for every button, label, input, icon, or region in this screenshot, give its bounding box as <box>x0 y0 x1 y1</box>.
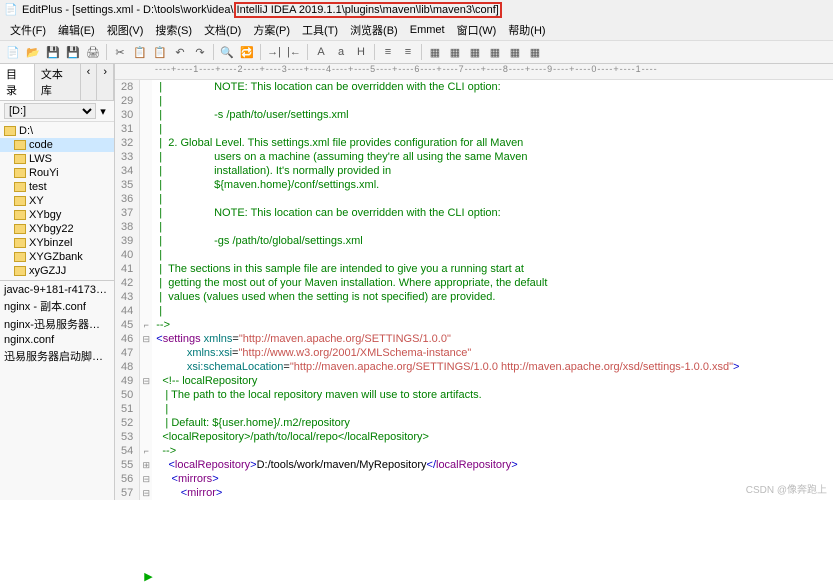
b6-button[interactable]: ▦ <box>526 43 544 61</box>
menu-item[interactable]: 窗口(W) <box>451 22 503 38</box>
folder-icon <box>14 224 26 234</box>
code-area[interactable]: 2829303132333435363738394041424344454647… <box>115 80 833 500</box>
g1-button[interactable]: ≡ <box>379 43 397 61</box>
menu-item[interactable]: 文件(F) <box>4 22 52 38</box>
tree-item[interactable]: D:\ <box>0 124 114 138</box>
a1-button[interactable]: A <box>312 43 330 61</box>
code-content[interactable]: | NOTE: This location can be overridden … <box>152 80 833 500</box>
tree-item[interactable]: XY <box>0 194 114 208</box>
undo-button[interactable]: ↶ <box>171 43 189 61</box>
sidebar: 目录 文本库 ‹ › [D:] ▾ D:\codeLWSRouYitestXYX… <box>0 64 115 500</box>
tree-item[interactable]: LWS <box>0 152 114 166</box>
drive-selector-row: [D:] ▾ <box>0 101 114 122</box>
sidebar-nav-left[interactable]: ‹ <box>81 64 98 100</box>
menu-item[interactable]: 浏览器(B) <box>344 22 404 38</box>
menu-item[interactable]: 帮助(H) <box>502 22 551 38</box>
drive-dropdown-icon[interactable]: ▾ <box>96 105 110 118</box>
tree-item[interactable]: code <box>0 138 114 152</box>
menu-item[interactable]: 视图(V) <box>101 22 150 38</box>
editor: ----+----1----+----2----+----3----+----4… <box>115 64 833 500</box>
folder-icon <box>14 238 26 248</box>
title-bar: 📄 EditPlus - [settings.xml - D:\tools\wo… <box>0 0 833 20</box>
file-item[interactable]: javac-9+181-r4173-1.jar <box>0 283 114 297</box>
tree-item[interactable]: test <box>0 180 114 194</box>
b5-button[interactable]: ▦ <box>506 43 524 61</box>
folder-icon <box>14 140 26 150</box>
folder-icon <box>14 252 26 262</box>
menu-item[interactable]: 工具(T) <box>296 22 344 38</box>
tree-item[interactable]: XYbinzel <box>0 236 114 250</box>
line-gutter: 2829303132333435363738394041424344454647… <box>115 80 140 500</box>
folder-icon <box>14 210 26 220</box>
outdent-button[interactable]: |← <box>285 43 303 61</box>
sidebar-nav-right[interactable]: › <box>97 64 114 100</box>
folder-icon <box>14 168 26 178</box>
file-list: javac-9+181-r4173-1.jarnginx - 副本.confng… <box>0 281 114 500</box>
h-button[interactable]: H <box>352 43 370 61</box>
folder-icon <box>14 266 26 276</box>
folder-icon <box>14 154 26 164</box>
redo-button[interactable]: ↷ <box>191 43 209 61</box>
tree-item[interactable]: XYbgy <box>0 208 114 222</box>
folder-icon <box>14 182 26 192</box>
b1-button[interactable]: ▦ <box>426 43 444 61</box>
tab-directory[interactable]: 目录 <box>0 64 35 100</box>
paste-button[interactable]: 📋 <box>151 43 169 61</box>
tree-item[interactable]: XYbgy22 <box>0 222 114 236</box>
indent-button[interactable]: →| <box>265 43 283 61</box>
ruler: ----+----1----+----2----+----3----+----4… <box>115 64 833 80</box>
menu-bar: 文件(F)编辑(E)视图(V)搜索(S)文档(D)方案(P)工具(T)浏览器(B… <box>0 20 833 40</box>
cut-button[interactable]: ✂ <box>111 43 129 61</box>
folder-icon <box>14 196 26 206</box>
sidebar-tabs: 目录 文本库 ‹ › <box>0 64 114 101</box>
title-highlight: IntelliJ IDEA 2019.1.1\plugins\maven\lib… <box>234 2 502 18</box>
file-item[interactable]: 迅易服务器启动脚本.vbs <box>0 347 114 365</box>
file-item[interactable]: nginx - 副本.conf <box>0 297 114 315</box>
b2-button[interactable]: ▦ <box>446 43 464 61</box>
folder-icon <box>4 126 16 136</box>
app-icon: 📄 <box>4 3 18 17</box>
tree-item[interactable]: xyGZJJ <box>0 264 114 278</box>
watermark: CSDN @像奔跑上 <box>746 481 827 496</box>
save-all-button[interactable]: 💾 <box>64 43 82 61</box>
new-button[interactable]: 📄 <box>4 43 22 61</box>
tab-textlib[interactable]: 文本库 <box>35 64 81 100</box>
a2-button[interactable]: a <box>332 43 350 61</box>
g2-button[interactable]: ≡ <box>399 43 417 61</box>
toolbar: 📄📂💾💾🖨✂📋📋↶↷🔍🔁→||←AaH≡≡▦▦▦▦▦▦ <box>0 40 833 64</box>
file-item[interactable]: nginx-迅易服务器备份202 <box>0 315 114 333</box>
tree-item[interactable]: XYGZbank <box>0 250 114 264</box>
b3-button[interactable]: ▦ <box>466 43 484 61</box>
menu-item[interactable]: 搜索(S) <box>149 22 198 38</box>
copy-button[interactable]: 📋 <box>131 43 149 61</box>
menu-item[interactable]: 方案(P) <box>247 22 296 38</box>
file-item[interactable]: nginx.conf <box>0 333 114 347</box>
window-title: EditPlus - [settings.xml - D:\tools\work… <box>22 4 502 16</box>
folder-tree: D:\codeLWSRouYitestXYXYbgyXYbgy22XYbinze… <box>0 122 114 281</box>
b4-button[interactable]: ▦ <box>486 43 504 61</box>
print-button[interactable]: 🖨 <box>84 43 102 61</box>
menu-item[interactable]: Emmet <box>404 24 451 36</box>
fold-column[interactable]: ⌐⊟⊟⌐⊞⊟⊟⌐⌐⊟ <box>140 80 152 500</box>
replace-button[interactable]: 🔁 <box>238 43 256 61</box>
save-button[interactable]: 💾 <box>44 43 62 61</box>
tree-item[interactable]: RouYi <box>0 166 114 180</box>
menu-item[interactable]: 文档(D) <box>198 22 247 38</box>
find-button[interactable]: 🔍 <box>218 43 236 61</box>
drive-select[interactable]: [D:] <box>4 103 96 119</box>
menu-item[interactable]: 编辑(E) <box>52 22 101 38</box>
open-button[interactable]: 📂 <box>24 43 42 61</box>
